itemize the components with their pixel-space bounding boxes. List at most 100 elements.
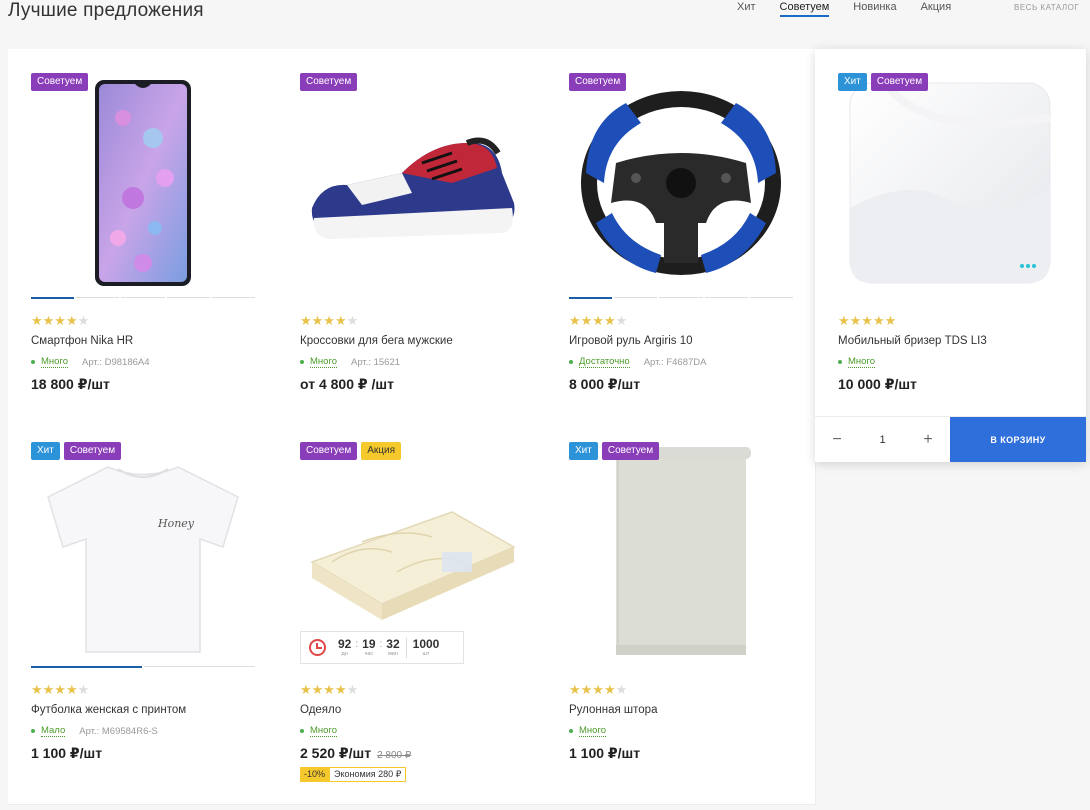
product-name[interactable]: Рулонная штора	[569, 704, 657, 716]
product-name[interactable]: Мобильный бризер TDS LI3	[838, 335, 987, 347]
stock-level[interactable]: Много	[310, 356, 337, 368]
stock-level[interactable]: Достаточно	[579, 356, 630, 368]
stock-info: Много Арт.: 15621	[300, 356, 400, 368]
product-name[interactable]: Одеяло	[300, 704, 341, 716]
stock-dot-icon	[569, 360, 573, 364]
badge-hit: Хит	[31, 442, 60, 460]
rating-stars: ★★★★★	[31, 313, 90, 328]
timer-separator: :	[355, 639, 359, 650]
tab-sale[interactable]: Акция	[921, 1, 952, 17]
smartphone-icon[interactable]	[31, 73, 255, 293]
article-number: Арт.: F4687DA	[643, 356, 707, 368]
badges: Советуем	[569, 73, 627, 91]
stock-level[interactable]: Мало	[41, 725, 66, 737]
timer-days-value: 92	[338, 636, 352, 651]
print-text: Honey	[157, 517, 195, 530]
image-slider-indicator[interactable]	[31, 297, 256, 299]
minus-button[interactable]: −	[829, 431, 845, 449]
badge-hit: Хит	[838, 73, 867, 91]
product-card[interactable]: Советуем ★★★★★ Игровой руль Argiris 10 Д…	[546, 49, 816, 419]
stock-info: Много	[300, 725, 337, 737]
stock-level[interactable]: Много	[579, 725, 606, 737]
rating-stars: ★★★★★	[300, 682, 359, 697]
stock-info: Мало Арт.: M69584R6-S	[31, 725, 158, 737]
badges: Советуем	[300, 73, 358, 91]
product-card[interactable]: Советуем ★★★★★ Кроссовки для бега мужски…	[277, 49, 547, 419]
stock-dot-icon	[300, 360, 304, 364]
image-slider-indicator[interactable]	[569, 297, 794, 299]
sneaker-icon[interactable]	[300, 73, 524, 293]
rating-stars: ★★★★★	[31, 682, 90, 697]
stock-dot-icon	[569, 729, 573, 733]
badge-recommend: Советуем	[31, 73, 89, 91]
plus-button[interactable]: +	[920, 431, 936, 449]
product-card-hovered[interactable]: Хит Советуем ★★★★★ Мобильный бризер TDS …	[815, 49, 1086, 462]
timer-hours: 19 час	[362, 637, 375, 658]
rating-stars: ★★★★★	[838, 313, 897, 328]
add-to-cart-button[interactable]: В КОРЗИНУ	[950, 417, 1086, 462]
timer-count-value: 1000	[412, 636, 440, 651]
old-price: 2 800 ₽	[377, 750, 412, 761]
air-purifier-icon[interactable]	[838, 73, 1062, 293]
tab-recommend[interactable]: Советуем	[779, 1, 830, 17]
badges: Хит Советуем	[569, 442, 660, 460]
stock-level[interactable]: Много	[41, 356, 68, 368]
timer-days: 92 дн	[338, 636, 352, 658]
current-price: 2 520 ₽/шт	[300, 745, 372, 761]
blanket-icon[interactable]	[300, 442, 524, 662]
product-price: 2 520 ₽/шт 2 800 ₽	[300, 745, 411, 762]
image-slider-indicator[interactable]	[31, 666, 255, 668]
article-number: Арт.: M69584R6-S	[79, 725, 158, 737]
badges: Советуем	[31, 73, 89, 91]
badges: Хит Советуем	[838, 73, 929, 91]
timer-hours-label: час	[364, 650, 374, 657]
product-card[interactable]: Хит Советуем ★★★★★ Рулонная штора Много …	[546, 418, 816, 805]
stock-dot-icon	[838, 360, 842, 364]
tshirt-icon[interactable]: Honey	[31, 442, 255, 662]
product-price: 1 100 ₽/шт	[569, 745, 641, 761]
discount-percent: -10%	[300, 767, 330, 782]
timer-count-label: шт	[422, 650, 430, 657]
badge-recommend: Советуем	[870, 73, 929, 91]
badge-sale: Акция	[361, 442, 402, 460]
product-name[interactable]: Футболка женская с принтом	[31, 704, 186, 716]
roller-blind-icon[interactable]	[569, 442, 793, 662]
article-number: Арт.: 15621	[350, 356, 401, 368]
stock-info: Много	[838, 356, 875, 368]
countdown-timer: 92 дн : 19 час : 32 мин 1000 шт	[300, 631, 464, 664]
rating-stars: ★★★★★	[300, 313, 359, 328]
steering-wheel-icon[interactable]	[569, 73, 793, 293]
badges: Советуем Акция	[300, 442, 402, 460]
quantity-value[interactable]: 1	[879, 434, 885, 446]
badge-recommend: Советуем	[300, 73, 358, 91]
stock-level[interactable]: Много	[848, 356, 875, 368]
stock-dot-icon	[300, 729, 304, 733]
badge-recommend: Советуем	[300, 442, 358, 460]
product-price: 8 000 ₽/шт	[569, 376, 641, 392]
stock-dot-icon	[31, 729, 35, 733]
rating-stars: ★★★★★	[569, 313, 628, 328]
product-price: 18 800 ₽/шт	[31, 376, 110, 392]
product-card[interactable]: Советуем ★★★★★ Смартфон Nika HR Много Ар…	[8, 49, 278, 419]
product-name[interactable]: Кроссовки для бега мужские	[300, 335, 453, 347]
product-card[interactable]: Хит Советуем Honey ★★★★★ Футболка женска…	[8, 418, 278, 805]
timer-separator: :	[379, 639, 383, 650]
product-price: от 4 800 ₽ /шт	[300, 376, 394, 392]
product-name[interactable]: Игровой руль Argiris 10	[569, 335, 692, 347]
clock-icon	[309, 639, 326, 656]
catalog-link[interactable]: ВЕСЬ КАТАЛОГ	[1014, 3, 1079, 12]
product-price: 10 000 ₽/шт	[838, 376, 917, 392]
economy-amount: Экономия 280 ₽	[329, 767, 407, 782]
article-number: Арт.: D98186A4	[81, 356, 150, 368]
quantity-stepper: − 1 +	[815, 417, 950, 462]
tab-new[interactable]: Новинка	[853, 1, 896, 17]
product-card[interactable]: Советуем Акция 92 дн : 19 час : 32 мин 1…	[277, 418, 547, 805]
timer-minutes-value: 32	[386, 636, 400, 651]
badge-recommend: Советуем	[569, 73, 627, 91]
stock-level[interactable]: Много	[310, 725, 337, 737]
stock-info: Достаточно Арт.: F4687DA	[569, 356, 706, 368]
stock-info: Много Арт.: D98186A4	[31, 356, 150, 368]
product-name[interactable]: Смартфон Nika HR	[31, 335, 133, 347]
tab-hit[interactable]: Хит	[737, 1, 756, 17]
buy-row: − 1 + В КОРЗИНУ	[815, 416, 1086, 462]
